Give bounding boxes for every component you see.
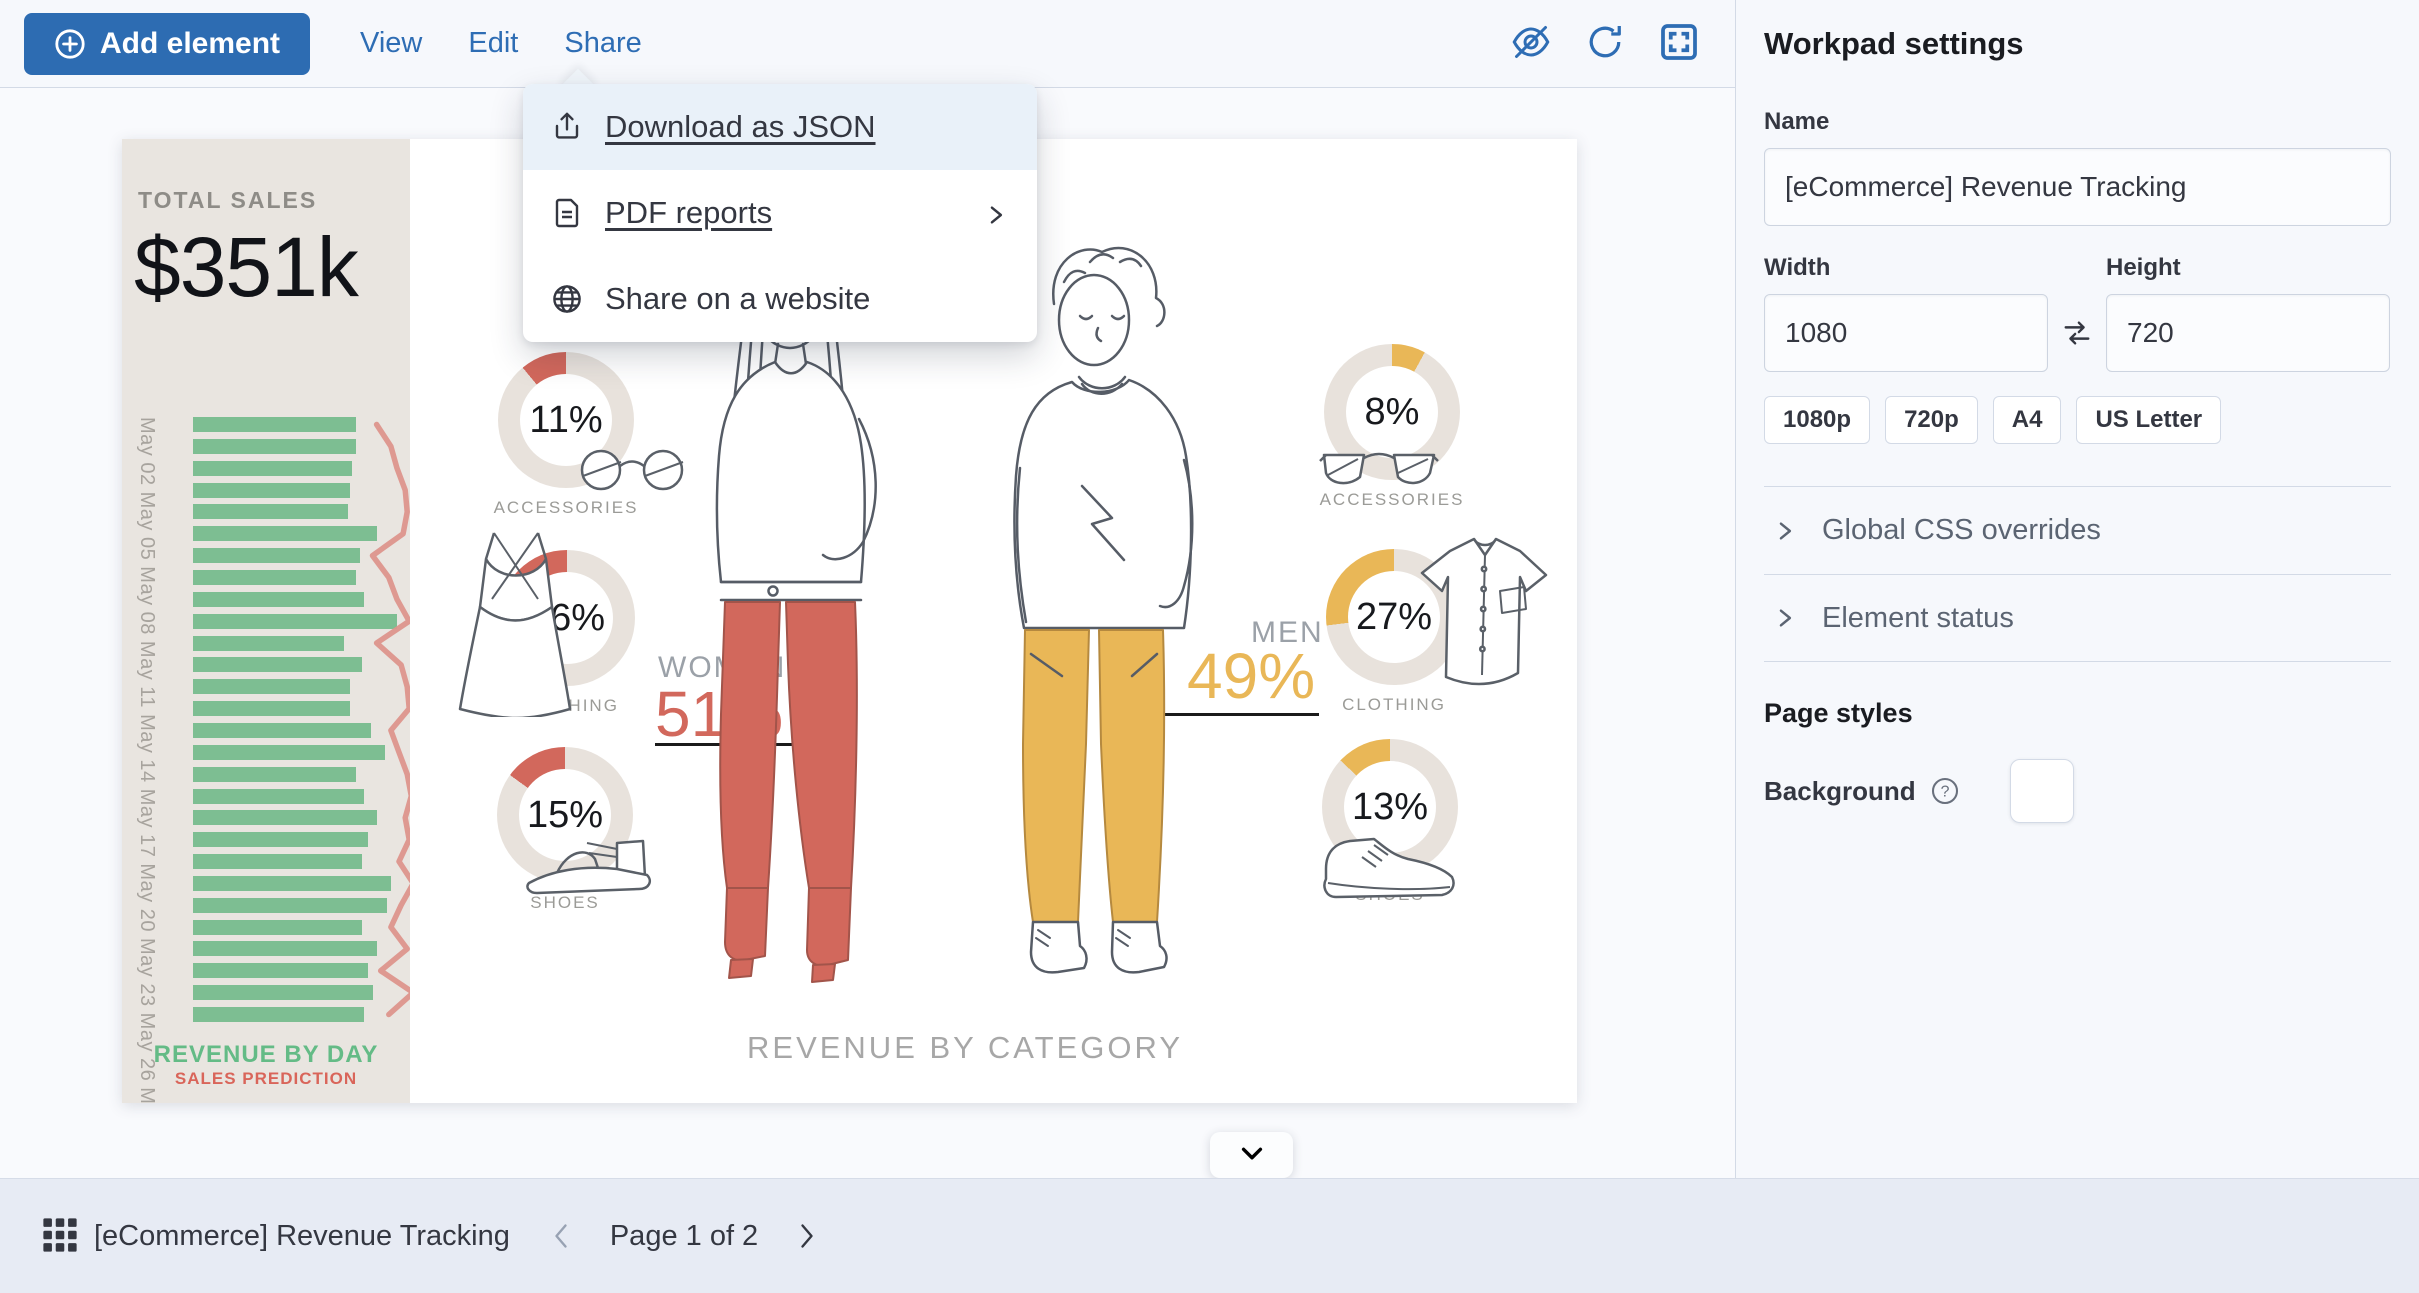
share-menu-item-label: Download as JSON	[605, 109, 876, 145]
footer-bar: [eCommerce] Revenue Tracking Page 1 of 2	[0, 1178, 2419, 1293]
next-page-button[interactable]	[794, 1221, 820, 1251]
submenu-chevron-icon	[983, 200, 1009, 226]
accordion-element-status[interactable]: Element status	[1764, 574, 2391, 662]
background-color-swatch[interactable]	[2010, 759, 2074, 823]
preset-720p-button[interactable]: 720p	[1885, 396, 1978, 444]
add-element-label: Add element	[100, 27, 280, 61]
document-icon	[551, 197, 583, 229]
workpad-name-input[interactable]	[1764, 148, 2391, 226]
accordion-label: Element status	[1822, 602, 2014, 635]
share-menu-item-download-as-json[interactable]: Download as JSON	[523, 84, 1037, 170]
toolbar: Add element View Edit Share	[0, 0, 1735, 88]
chevron-down-icon	[1237, 1139, 1267, 1169]
swap-arrows-icon	[2062, 318, 2092, 348]
chevron-right-icon	[1772, 605, 1798, 631]
workpad-settings-panel: Workpad settings Name Width Height 1080p…	[1735, 0, 2419, 1293]
toolbar-menu: View Edit Share	[360, 27, 642, 60]
swap-dimensions-button[interactable]	[2048, 294, 2106, 372]
total-sales-value: $351k	[134, 219, 358, 316]
globe-icon	[551, 283, 583, 315]
share-menu-list: Download as JSON PDF reports Share on a we…	[523, 84, 1037, 342]
shirt-icon	[1416, 533, 1554, 695]
accordion-global-css-overrides[interactable]: Global CSS overrides	[1764, 486, 2391, 574]
toolbar-right-icons	[1509, 22, 1701, 66]
width-input[interactable]	[1764, 294, 2048, 372]
height-input[interactable]	[2106, 294, 2390, 372]
preset-1080p-button[interactable]: 1080p	[1764, 396, 1870, 444]
share-menu-item-label: PDF reports	[605, 195, 772, 231]
help-icon[interactable]: ?	[1930, 776, 1960, 806]
background-label: Background	[1764, 776, 1916, 807]
share-menu-item-pdf-reports[interactable]: PDF reports	[523, 170, 1037, 256]
background-row: Background ?	[1764, 759, 2391, 823]
chevron-right-icon	[795, 1221, 819, 1251]
size-presets: 1080p 720p A4 US Letter	[1764, 396, 2391, 444]
refresh-icon	[1585, 22, 1625, 62]
share-popover: Download as JSON PDF reports Share on a we…	[523, 84, 1037, 342]
width-label: Width	[1764, 254, 2048, 282]
chevron-left-icon	[549, 1221, 573, 1251]
glasses-icon	[563, 442, 713, 494]
name-label: Name	[1764, 108, 2391, 136]
date-axis: May 02 May 05 May 08 May 11 May 14 May 1…	[130, 417, 158, 1033]
refresh-button[interactable]	[1583, 22, 1627, 66]
revenue-by-day-label: REVENUE BY DAY	[122, 1041, 410, 1069]
sales-prediction-label: SALES PREDICTION	[122, 1069, 410, 1089]
preset-us-letter-button[interactable]: US Letter	[2076, 396, 2221, 444]
dress-icon	[444, 527, 586, 717]
height-label: Height	[2106, 254, 2390, 282]
share-menu-item-share-on-a-website[interactable]: Share on a website	[523, 256, 1037, 342]
menu-edit[interactable]: Edit	[468, 27, 518, 60]
fullscreen-button[interactable]	[1657, 22, 1701, 66]
plus-circle-icon	[54, 28, 86, 60]
dimensions-row: Width Height	[1764, 254, 2391, 372]
share-menu-item-label: Share on a website	[605, 281, 870, 317]
svg-text:?: ?	[1940, 784, 1949, 801]
add-element-button[interactable]: Add element	[24, 13, 310, 75]
grid-icon	[41, 1216, 79, 1254]
revenue-by-day-panel[interactable]: TOTAL SALES $351k May 02 May 05 May 08 M…	[122, 139, 410, 1103]
preset-a4-button[interactable]: A4	[1993, 396, 2062, 444]
accordion-list: Global CSS overrides Element status	[1764, 486, 2391, 662]
hide-editing-controls-button[interactable]	[1509, 22, 1553, 66]
total-sales-label: TOTAL SALES	[138, 187, 317, 214]
page-navigation: Page 1 of 2	[548, 1220, 820, 1253]
workpad-manager-button[interactable]	[38, 1214, 82, 1258]
menu-view[interactable]: View	[360, 27, 422, 60]
sandal-icon	[521, 825, 661, 897]
accordion-label: Global CSS overrides	[1822, 514, 2101, 547]
fullscreen-icon	[1659, 22, 1699, 62]
previous-page-button	[548, 1221, 574, 1251]
chevron-right-icon	[1772, 518, 1798, 544]
boot-icon	[1314, 827, 1466, 903]
panel-title: Workpad settings	[1764, 26, 2391, 62]
menu-share[interactable]: Share	[564, 27, 641, 60]
expand-page-manager-button[interactable]	[1210, 1132, 1293, 1178]
donut-category-label: CLOTHING	[1286, 695, 1502, 715]
sunglasses-icon	[1318, 445, 1440, 493]
sales-prediction-line	[193, 417, 410, 1033]
export-icon	[551, 111, 583, 143]
donut-category-label: ACCESSORIES	[1284, 490, 1500, 510]
page-styles-heading: Page styles	[1764, 698, 2391, 729]
footer-workpad-name[interactable]: [eCommerce] Revenue Tracking	[94, 1220, 510, 1253]
revenue-by-category-label: REVENUE BY CATEGORY	[715, 1030, 1215, 1066]
kibana-canvas-app: Add element View Edit Share	[0, 0, 2419, 1293]
page-indicator: Page 1 of 2	[610, 1220, 758, 1253]
eye-slash-icon	[1511, 22, 1551, 62]
